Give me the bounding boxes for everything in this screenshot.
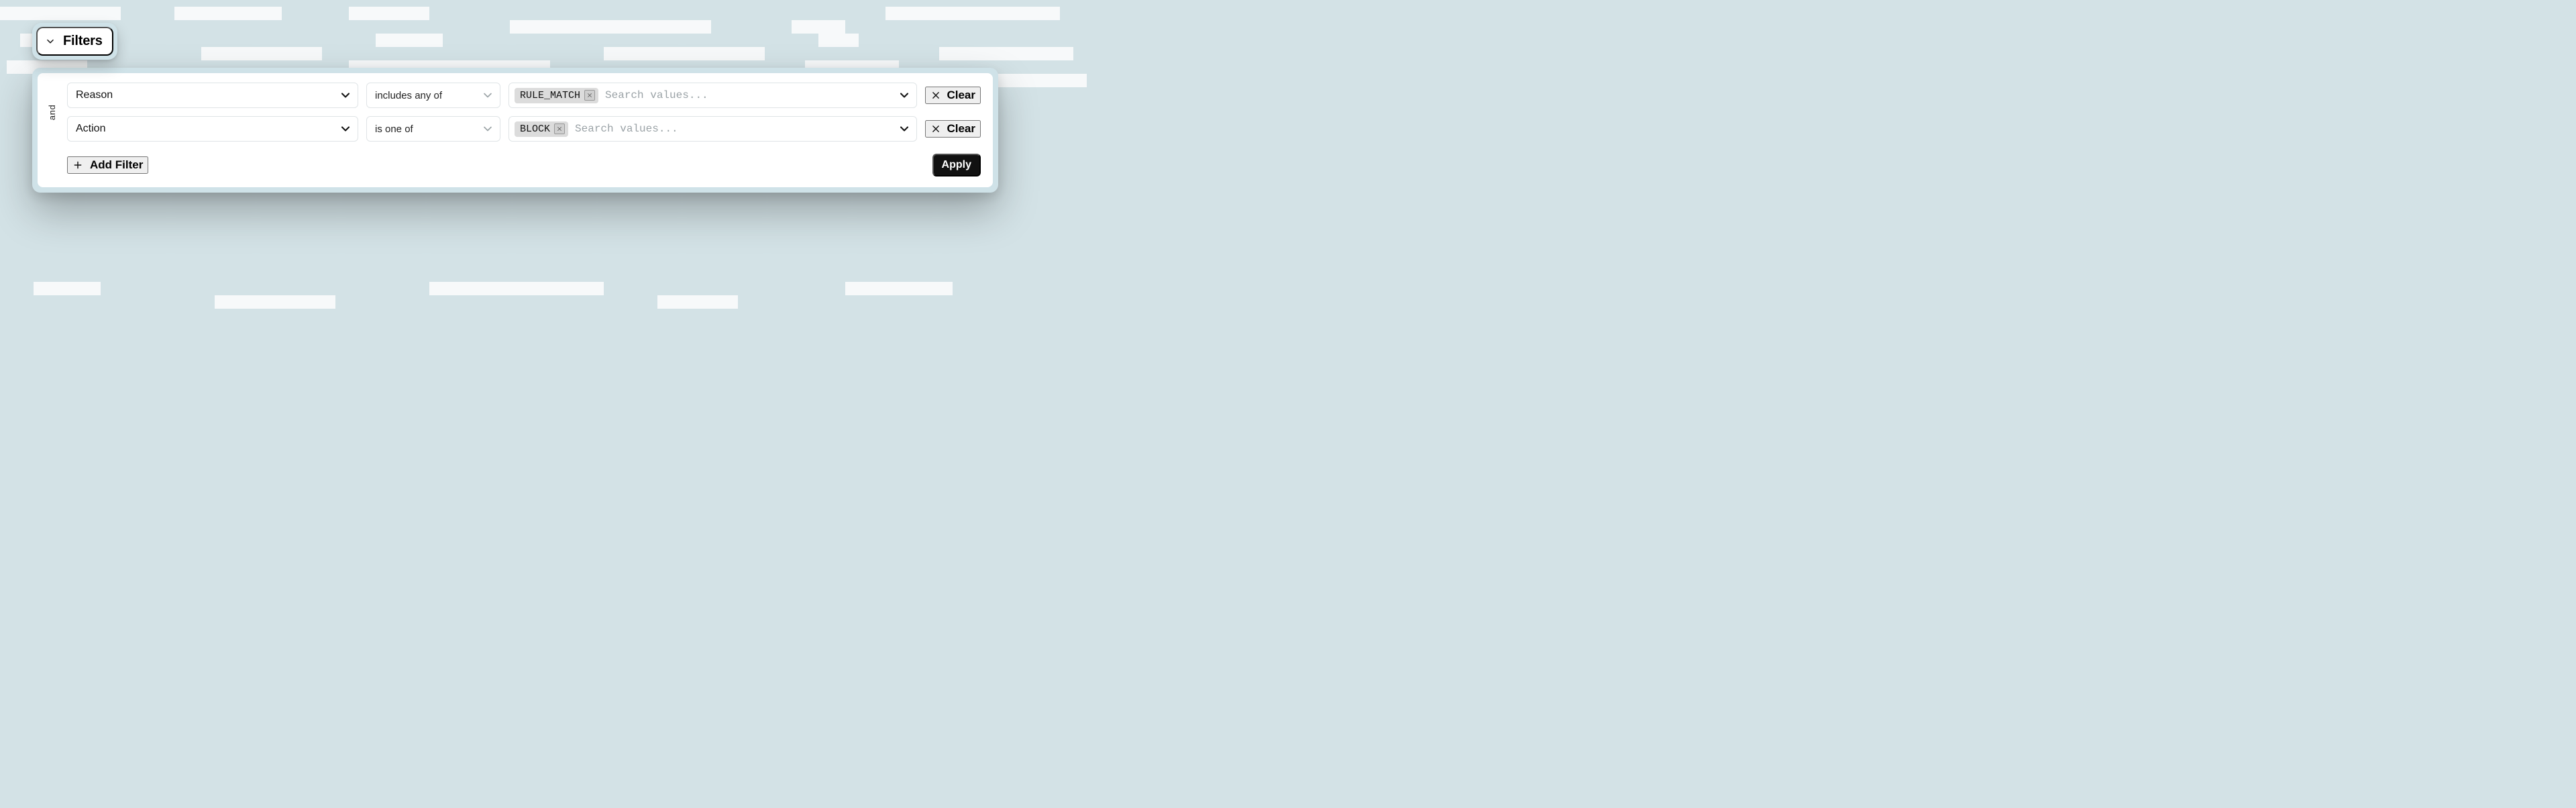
filters-panel: and Reason includes any of (38, 73, 993, 187)
filters-toggle-label: Filters (63, 34, 103, 49)
field-select[interactable]: Reason (67, 83, 358, 108)
clear-filter-button[interactable]: Clear (925, 87, 981, 104)
chevron-down-icon (481, 122, 494, 136)
plus-icon (72, 160, 83, 170)
apply-button-label: Apply (942, 159, 971, 170)
connective-label: and (48, 105, 58, 120)
clear-filter-label: Clear (947, 89, 975, 102)
field-select[interactable]: Action (67, 116, 358, 142)
remove-chip-button[interactable] (554, 123, 565, 134)
operator-select[interactable]: is one of (366, 116, 500, 142)
filter-row: Reason includes any of (67, 83, 981, 108)
filters-toggle[interactable]: Filters (36, 27, 113, 56)
clear-filter-button[interactable]: Clear (925, 120, 981, 138)
add-filter-label: Add Filter (90, 158, 143, 172)
chevron-down-icon (898, 122, 911, 136)
filter-row: Action is one of (67, 116, 981, 142)
value-chip-label: RULE_MATCH (520, 90, 580, 101)
close-icon (930, 123, 941, 134)
value-chip: RULE_MATCH (515, 88, 598, 103)
values-search-input[interactable] (574, 117, 892, 141)
values-multiselect[interactable]: BLOCK (508, 116, 917, 142)
operator-select-value: includes any of (375, 90, 442, 101)
values-chip-list: BLOCK (515, 121, 568, 137)
close-icon (556, 124, 563, 134)
clear-filter-label: Clear (947, 122, 975, 136)
filters-toggle-container: Filters (32, 23, 117, 60)
operator-select-value: is one of (375, 123, 413, 135)
operator-select[interactable]: includes any of (366, 83, 500, 108)
value-chip-label: BLOCK (520, 123, 550, 135)
chevron-down-icon (898, 89, 911, 102)
apply-button[interactable]: Apply (932, 154, 981, 176)
chevron-down-icon (339, 89, 352, 102)
remove-chip-button[interactable] (584, 90, 595, 101)
values-search-input[interactable] (604, 83, 892, 107)
value-chip: BLOCK (515, 121, 568, 137)
values-chip-list: RULE_MATCH (515, 88, 598, 103)
chevron-down-icon (339, 122, 352, 136)
field-select-value: Action (76, 123, 105, 135)
close-icon (586, 91, 593, 101)
add-filter-button[interactable]: Add Filter (67, 156, 148, 174)
filters-panel-container: and Reason includes any of (32, 68, 998, 193)
field-select-value: Reason (76, 89, 113, 101)
values-multiselect[interactable]: RULE_MATCH (508, 83, 917, 108)
close-icon (930, 90, 941, 101)
chevron-down-icon (481, 89, 494, 102)
connective-rail: and (46, 83, 59, 142)
chevron-down-icon (44, 36, 56, 48)
